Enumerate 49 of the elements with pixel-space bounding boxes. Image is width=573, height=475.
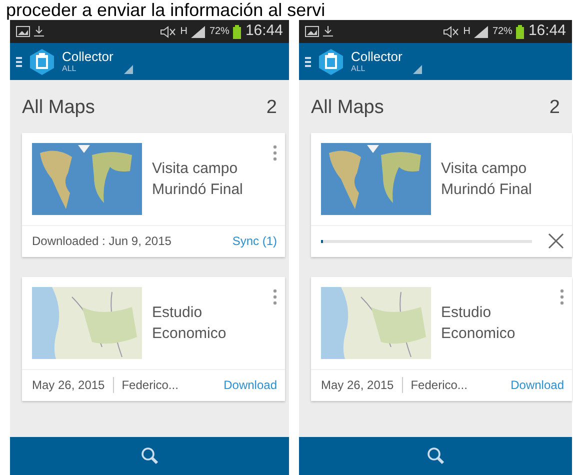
page-heading: All Maps xyxy=(22,96,95,120)
map-date: May 26, 2015 xyxy=(321,377,394,394)
battery-percent: 72% xyxy=(209,25,230,39)
dropdown-corner-icon[interactable] xyxy=(413,64,422,74)
clipboard-logo-icon xyxy=(319,48,343,74)
download-date: Downloaded : Jun 9, 2015 xyxy=(32,233,172,250)
map-owner: Federico... xyxy=(410,377,468,394)
download-link[interactable]: Download xyxy=(510,376,564,394)
download-icon xyxy=(323,26,333,37)
menu-icon[interactable] xyxy=(16,56,22,68)
clipboard-logo-icon xyxy=(30,48,54,74)
download-link[interactable]: Download xyxy=(224,376,277,394)
map-title: Estudio Economico xyxy=(152,302,228,344)
search-icon[interactable] xyxy=(140,447,158,465)
app-title: Collector xyxy=(351,50,404,64)
clock-time: 16:44 xyxy=(528,21,566,42)
map-title: Visita campo Murindó Final xyxy=(152,158,244,200)
caption-text: proceder a enviar la información al servi xyxy=(5,0,326,20)
battery-icon xyxy=(233,24,242,38)
filter-label: ALL xyxy=(351,64,366,74)
clock-time: 16:44 xyxy=(245,21,283,42)
page-heading: All Maps xyxy=(311,96,384,120)
map-title: Visita campo Murindó Final xyxy=(441,158,533,200)
signal-icon xyxy=(191,26,206,38)
battery-icon xyxy=(516,24,524,38)
menu-icon[interactable] xyxy=(305,56,311,68)
map-owner: Federico... xyxy=(122,377,178,394)
map-count: 2 xyxy=(549,96,560,120)
map-title: Estudio Economico xyxy=(441,302,516,344)
network-type: H xyxy=(463,25,470,39)
search-icon[interactable] xyxy=(426,447,444,465)
more-options-icon[interactable] xyxy=(273,144,277,160)
filter-label: ALL xyxy=(62,64,76,74)
mute-icon xyxy=(443,26,460,38)
map-count: 2 xyxy=(266,96,277,120)
app-title: Collector xyxy=(62,50,114,64)
network-type: H xyxy=(180,25,188,39)
mute-icon xyxy=(160,26,176,38)
close-icon[interactable] xyxy=(548,233,564,249)
map-date: May 26, 2015 xyxy=(32,377,105,394)
more-options-icon[interactable] xyxy=(273,288,277,304)
image-icon xyxy=(305,26,319,37)
image-icon xyxy=(16,26,30,37)
battery-percent: 72% xyxy=(492,25,512,39)
dropdown-corner-icon[interactable] xyxy=(124,64,134,74)
download-icon xyxy=(34,26,44,37)
signal-icon xyxy=(474,26,488,38)
sync-link[interactable]: Sync (1) xyxy=(232,232,277,250)
more-options-icon[interactable] xyxy=(560,288,564,304)
